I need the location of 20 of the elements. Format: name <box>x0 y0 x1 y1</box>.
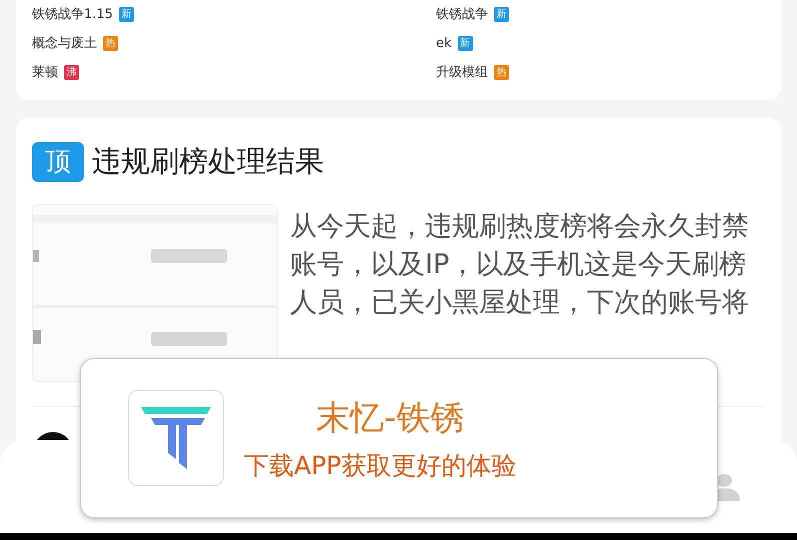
hot-topic-link[interactable]: 莱顿 <box>32 63 58 81</box>
pinned-tag: 顶 <box>32 142 84 182</box>
hot-topic-link[interactable]: 铁锈战争 <box>436 5 488 23</box>
app-name: 末忆-铁锈 <box>316 396 464 440</box>
status-tag: 热 <box>494 64 509 80</box>
hot-topic-link[interactable]: 升级模组 <box>436 63 488 81</box>
post-excerpt: 从今天起，违规刷热度榜将会永久封禁账号，以及IP，以及手机这是今天刷榜人员，已关小黑屋处理，下次的账号将 <box>290 210 750 320</box>
status-tag: 热 <box>103 36 118 50</box>
status-tag: 新 <box>118 6 134 22</box>
app-slogan: 下载APP获取更好的体验 <box>244 450 516 482</box>
post-title[interactable]: 违规刷榜处理结果 <box>92 142 324 182</box>
app-download-banner[interactable]: 末忆-铁锈 下载APP获取更好的体验 <box>80 358 718 518</box>
status-tag: 沸 <box>64 64 79 80</box>
person-icon <box>716 474 740 501</box>
hot-topic-link[interactable]: ek <box>436 36 452 50</box>
hot-topic-link[interactable]: 概念与废土 <box>32 34 97 52</box>
status-tag: 新 <box>458 36 473 50</box>
hot-topic-link[interactable]: 铁锈战争1.15 <box>32 5 113 23</box>
letter-t-logo-icon <box>141 407 211 469</box>
status-tag: 新 <box>494 6 509 22</box>
